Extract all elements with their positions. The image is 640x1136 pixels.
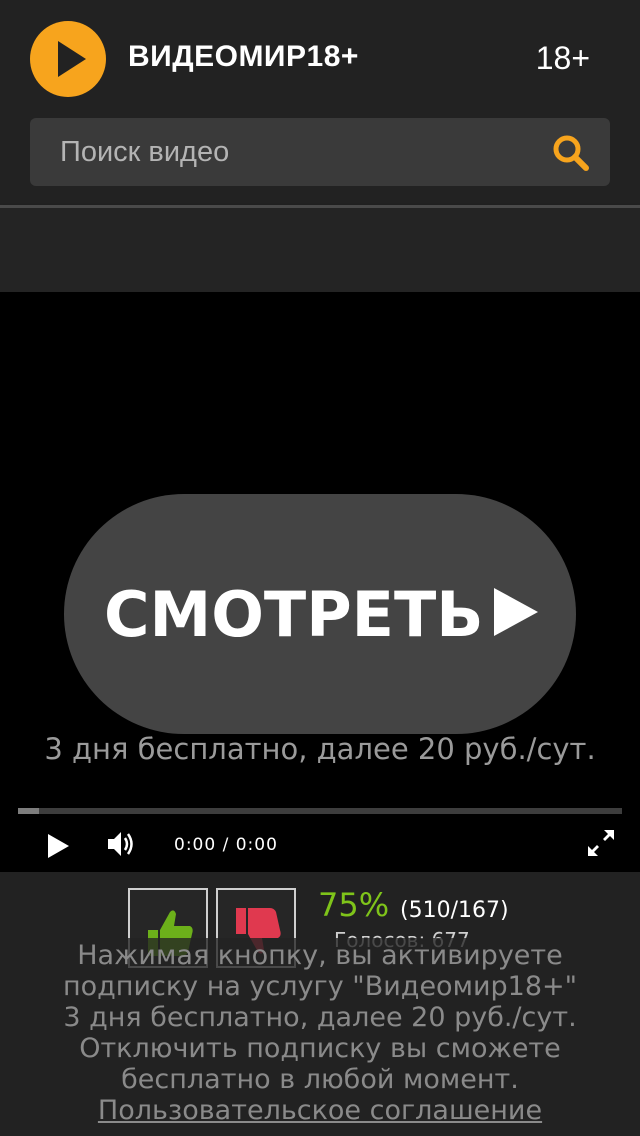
terms-line: Нажимая кнопку, вы активируете <box>77 940 563 971</box>
terms-line: подписку на услугу "Видеомир18+" <box>62 971 578 1002</box>
progress-bar[interactable] <box>18 808 622 814</box>
search-input[interactable] <box>30 118 550 186</box>
fullscreen-icon[interactable] <box>586 828 616 858</box>
video-player: СМОТРЕТЬ 3 дня бесплатно, далее 20 руб./… <box>0 292 640 872</box>
terms-line: бесплатно в любой момент. <box>121 1064 519 1095</box>
terms-line: Отключить подписку вы сможете <box>79 1033 561 1064</box>
banner-strip <box>0 208 640 292</box>
search-icon[interactable] <box>550 132 592 174</box>
play-icon <box>494 588 538 636</box>
play-icon[interactable] <box>44 832 72 860</box>
time-display: 0:00 / 0:00 <box>174 835 278 855</box>
progress-fill <box>18 808 40 814</box>
age-badge: 18+ <box>535 40 590 76</box>
search-bar <box>30 118 610 186</box>
site-title[interactable]: ВИДЕОМИР18+ <box>128 40 359 74</box>
price-note: 3 дня бесплатно, далее 20 руб./сут. <box>44 732 596 766</box>
user-agreement-link[interactable]: Пользовательское соглашение <box>98 1095 542 1126</box>
header: ВИДЕОМИР18+ 18+ <box>0 0 640 205</box>
subscription-terms: Нажимая кнопку, вы активируете подписку … <box>0 938 640 1136</box>
terms-line: 3 дня бесплатно, далее 20 руб./сут. <box>63 1002 577 1033</box>
watch-button[interactable]: СМОТРЕТЬ <box>64 494 576 734</box>
rating-percent: 75% <box>318 886 390 924</box>
volume-icon[interactable] <box>106 829 138 859</box>
watch-label: СМОТРЕТЬ <box>104 578 484 651</box>
rating-counts: (510/167) <box>400 898 509 923</box>
info-section: 75% (510/167) Голосов: 677 Нажимая кнопк… <box>0 872 640 1136</box>
play-circle-icon[interactable] <box>30 21 106 97</box>
